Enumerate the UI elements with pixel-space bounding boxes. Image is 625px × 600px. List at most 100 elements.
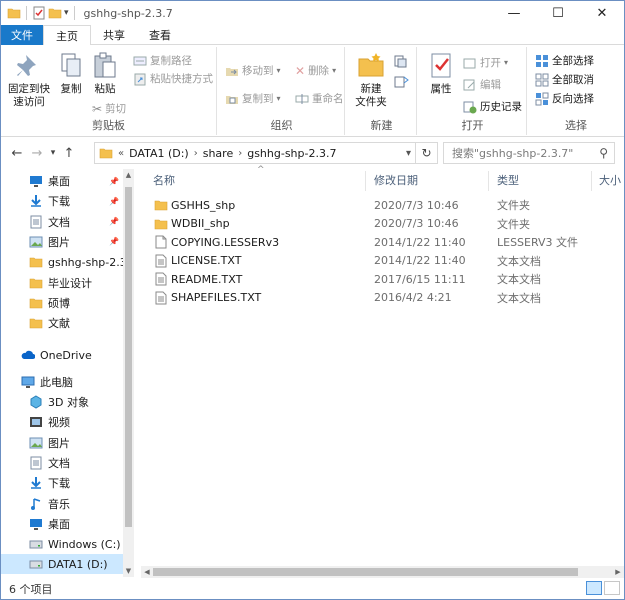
copy-to-button[interactable]: 复制到 ▾	[225, 91, 281, 106]
delete-button[interactable]: ✕ 删除 ▾	[295, 63, 336, 78]
copy-path-button[interactable]: 复制路径	[133, 53, 192, 68]
column-name[interactable]: 名称	[153, 169, 175, 191]
ribbon: 固定到快 速访问 复制 粘贴 复制路径 粘贴快捷方式 ✂ 剪切 剪贴板 移动到 …	[1, 45, 624, 137]
address-bar[interactable]: « DATA1 (D:) › share › gshhg-shp-2.3.7 ▾	[94, 142, 416, 164]
quick-access-toolbar: ▾	[1, 6, 78, 20]
file-date: 2020/7/3 10:46	[374, 198, 459, 212]
customize-qat-icon[interactable]: ▾	[64, 8, 69, 18]
file-row[interactable]: GSHHS_shp 2020/7/3 10:46 文件夹	[141, 196, 611, 214]
up-arrow-icon[interactable]: ↑	[59, 146, 79, 161]
this-pc-item[interactable]: 图片	[1, 433, 123, 453]
search-box[interactable]: 搜索"gshhg-shp-2.3.7" ⚲	[443, 142, 615, 164]
pin-quick-access-button[interactable]: 固定到快 速访问	[5, 51, 53, 109]
minimize-button[interactable]: —	[492, 1, 536, 25]
new-item-icon[interactable]	[393, 55, 411, 69]
file-row[interactable]: WDBII_shp 2020/7/3 10:46 文件夹	[141, 215, 611, 233]
cut-button[interactable]: ✂ 剪切	[92, 101, 126, 116]
refresh-button[interactable]: ↻	[416, 142, 438, 164]
quick-access-item[interactable]: 硕博	[1, 293, 123, 313]
scroll-left-icon[interactable]: ◀	[141, 566, 153, 578]
tab-share[interactable]: 共享	[91, 25, 137, 45]
this-pc-item[interactable]: Windows (C:)	[1, 534, 123, 554]
this-pc-item[interactable]: 音乐	[1, 494, 123, 514]
nav-scroll-thumb[interactable]	[125, 187, 132, 527]
this-pc-item[interactable]: 3D 对象	[1, 392, 123, 412]
cut-label: 剪切	[105, 103, 127, 115]
copy-button[interactable]: 复制	[55, 51, 87, 96]
quick-access-item[interactable]: 下载 📌	[1, 191, 123, 211]
nav-onedrive[interactable]: OneDrive	[1, 345, 123, 365]
file-type: 文本文档	[497, 254, 541, 268]
text-file-icon	[154, 291, 168, 305]
large-icons-view-icon[interactable]	[604, 581, 620, 595]
file-date: 2014/1/22 11:40	[374, 235, 466, 249]
new-group: 新建 文件夹 新建	[347, 47, 417, 135]
maximize-button[interactable]: ☐	[536, 1, 580, 25]
breadcrumb-share[interactable]: share	[203, 147, 234, 160]
close-button[interactable]: ✕	[580, 1, 624, 25]
horizontal-scrollbar[interactable]: ◀ ▶	[141, 566, 624, 578]
edit-button[interactable]: 编辑	[463, 77, 501, 92]
file-row[interactable]: COPYING.LESSERv3 2014/1/22 11:40 LESSERV3 …	[141, 233, 611, 251]
desktop-icon	[29, 174, 43, 188]
nav-this-pc[interactable]: 此电脑	[1, 372, 123, 392]
tab-file[interactable]: 文件	[1, 25, 43, 45]
quick-access-item[interactable]: gshhg-shp-2.3.	[1, 252, 123, 272]
file-row[interactable]: SHAPEFILES.TXT 2016/4/2 4:21 文本文档	[141, 289, 611, 307]
properties-check-icon[interactable]	[32, 6, 46, 20]
quick-access-item[interactable]: 图片 📌	[1, 232, 123, 252]
this-pc-item[interactable]: 视频	[1, 412, 123, 432]
select-none-button[interactable]: 全部取消	[535, 72, 594, 87]
this-pc-item[interactable]: DATA2 (E:)	[1, 575, 123, 577]
horizontal-scroll-thumb[interactable]	[153, 568, 578, 576]
back-arrow-icon[interactable]: ←	[7, 146, 27, 161]
delete-x-icon: ✕	[295, 63, 306, 78]
rename-button[interactable]: 重命名	[295, 91, 344, 106]
quick-access-item[interactable]: 文献	[1, 313, 123, 333]
properties-button[interactable]: 属性	[425, 51, 457, 96]
address-history-icon[interactable]: ▾	[406, 148, 411, 159]
file-icon	[154, 235, 168, 249]
scroll-down-icon[interactable]: ▼	[123, 567, 134, 575]
move-to-button[interactable]: 移动到 ▾	[225, 63, 281, 78]
history-button[interactable]: 历史记录	[463, 99, 522, 114]
breadcrumb-current[interactable]: gshhg-shp-2.3.7	[247, 147, 336, 160]
quick-access-item[interactable]: 文档 📌	[1, 212, 123, 232]
recent-locations-icon[interactable]: ▾	[47, 148, 59, 158]
quick-access-item[interactable]: 毕业设计	[1, 273, 123, 293]
details-view-icon[interactable]	[586, 581, 602, 595]
this-pc-item[interactable]: DATA1 (D:)	[1, 554, 123, 575]
select-all-button[interactable]: 全部选择	[535, 53, 594, 68]
copy-path-label: 复制路径	[150, 55, 192, 67]
new-folder-button[interactable]: 新建 文件夹	[351, 51, 391, 109]
refresh-icon: ↻	[421, 146, 432, 160]
chevron-right-icon[interactable]: ›	[238, 148, 242, 159]
column-size[interactable]: 大小	[599, 169, 621, 191]
move-to-icon	[226, 67, 238, 76]
scroll-up-icon[interactable]: ▲	[123, 171, 134, 179]
paste-shortcut-button[interactable]: 粘贴快捷方式	[133, 71, 213, 86]
this-pc-item[interactable]: 桌面	[1, 514, 123, 534]
chevron-right-icon[interactable]: ›	[194, 148, 198, 159]
quick-access-item[interactable]: 桌面 📌	[1, 171, 123, 191]
tab-home[interactable]: 主页	[43, 25, 91, 46]
paste-button[interactable]: 粘贴	[89, 51, 121, 96]
this-pc-item[interactable]: 下载	[1, 473, 123, 493]
column-date[interactable]: 修改日期	[374, 169, 418, 191]
new-folder-quick-icon[interactable]	[48, 6, 62, 20]
easy-access-icon[interactable]	[393, 75, 411, 89]
file-row[interactable]: README.TXT 2017/6/15 11:11 文本文档	[141, 270, 611, 288]
nav-scrollbar[interactable]: ▲ ▼	[123, 169, 134, 577]
column-type[interactable]: 类型	[497, 169, 519, 191]
window-title: gshhg-shp-2.3.7	[83, 6, 173, 20]
open-button[interactable]: 打开 ▾	[463, 55, 508, 70]
this-pc-item[interactable]: 文档	[1, 453, 123, 473]
file-row[interactable]: LICENSE.TXT 2014/1/22 11:40 文本文档	[141, 252, 611, 270]
select-none-label: 全部取消	[552, 74, 594, 86]
invert-selection-button[interactable]: 反向选择	[535, 91, 594, 106]
forward-arrow-icon[interactable]: →	[27, 146, 47, 161]
scroll-right-icon[interactable]: ▶	[612, 566, 624, 578]
tab-view[interactable]: 查看	[137, 25, 183, 45]
breadcrumb-drive[interactable]: DATA1 (D:)	[129, 147, 189, 160]
address-overflow[interactable]: «	[118, 148, 124, 159]
